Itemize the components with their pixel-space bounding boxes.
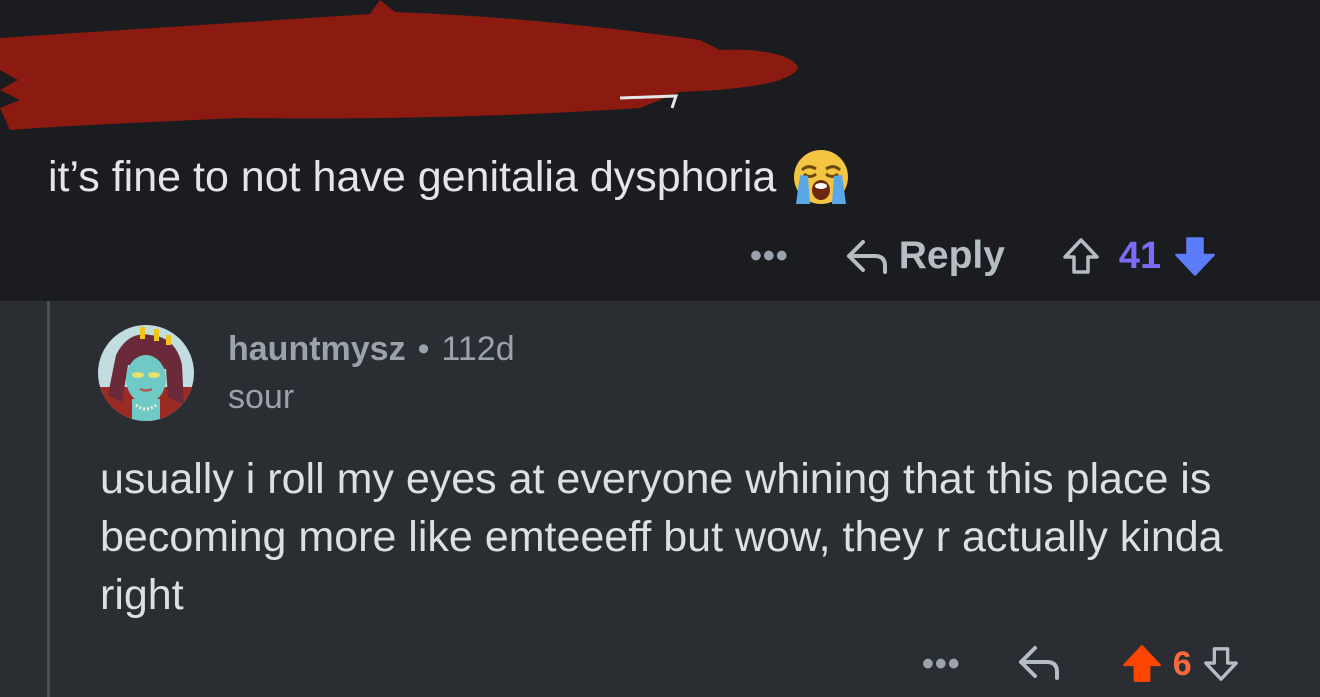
vote-controls: 6: [1121, 643, 1240, 685]
meta-separator: •: [417, 330, 430, 368]
redaction-scribble: [0, 0, 798, 130]
reply-comment-body: usually i roll my eyes at everyone whini…: [100, 455, 1223, 619]
upvote-icon[interactable]: [1121, 643, 1163, 685]
more-options-button[interactable]: •••: [922, 645, 961, 684]
reply-arrow-icon: [846, 240, 887, 274]
upvote-icon[interactable]: [1061, 236, 1101, 276]
reply-arrow-icon: [1018, 645, 1059, 680]
user-flair: sour: [228, 378, 295, 416]
parent-comment-text: it’s fine to not have genitalia dysphori…: [48, 148, 850, 206]
vote-count: 6: [1172, 644, 1192, 683]
downvote-icon[interactable]: [1173, 234, 1217, 278]
avatar[interactable]: [98, 325, 194, 421]
reply-label: Reply: [898, 234, 1005, 277]
username-link[interactable]: hauntmysz: [228, 330, 406, 369]
comment-meta: hauntmysz • 112d: [228, 330, 515, 369]
vote-controls: 41: [1061, 234, 1217, 278]
comment-age: 112d: [441, 330, 515, 368]
reply-button[interactable]: [1017, 642, 1061, 687]
parent-comment: it’s fine to not have genitalia dysphori…: [0, 0, 1320, 301]
thread-line[interactable]: [47, 301, 50, 697]
loudly-crying-face-icon: [792, 148, 850, 206]
downvote-icon[interactable]: [1202, 645, 1240, 683]
parent-comment-body: it’s fine to not have genitalia dysphori…: [48, 152, 777, 201]
vote-count: 41: [1118, 234, 1162, 277]
more-options-button[interactable]: •••: [750, 237, 789, 276]
reply-comment-actions: ••• 6: [922, 636, 1240, 692]
parent-comment-actions: ••• Reply 41: [750, 226, 1217, 286]
reply-button[interactable]: Reply: [845, 234, 1005, 278]
